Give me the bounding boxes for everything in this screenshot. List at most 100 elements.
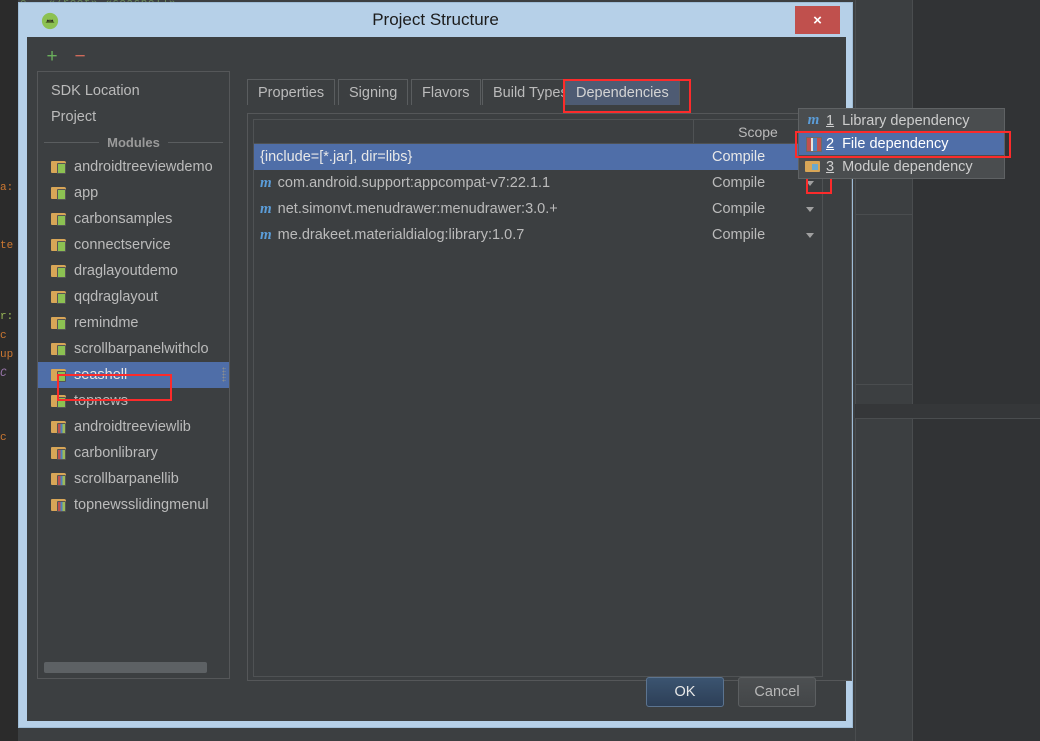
modules-group-header: Modules [38,130,229,154]
remove-module-button[interactable]: − [69,45,91,67]
add-dependency-menu: m 1 Library dependency 2 File dependency… [798,108,1005,179]
module-label: scrollbarpanellib [74,471,179,487]
module-label: connectservice [74,237,171,253]
table-row[interactable]: {include=[*.jar], dir=libs} Compile [254,144,822,170]
chevron-down-icon[interactable] [806,206,814,212]
dependencies-toolbar: + [822,119,846,677]
menu-item-shortcut: 1 [826,112,835,129]
code-fragment: c [0,432,7,444]
tab-flavors[interactable]: Flavors [411,79,481,105]
sidebar-toolbar: + − [37,45,227,69]
settings-tabbar: Properties Signing Flavors Build Types D… [247,79,697,105]
app-module-icon [51,238,67,252]
menu-item-library-dependency[interactable]: m 1 Library dependency [799,109,1004,132]
pane-divider [855,384,912,385]
dependency-name: m com.android.support:appcompat-v7:22.1.… [254,175,694,192]
maven-m-icon: m [260,226,272,243]
maven-m-icon: m [260,174,272,191]
sidebar-item-remindme[interactable]: remindme [38,310,229,336]
sidebar-item-scrollbarpanellib[interactable]: scrollbarpanellib [38,466,229,492]
sidebar-item-androidtreeviewdemo[interactable]: androidtreeviewdemo [38,154,229,180]
menu-item-module-dependency[interactable]: 3 Module dependency [799,155,1004,178]
sidebar-item-topnews[interactable]: topnews [38,388,229,414]
sidebar-item-carbonsamples[interactable]: carbonsamples [38,206,229,232]
module-label: qqdraglayout [74,289,158,305]
module-label: app [74,185,99,201]
dialog-titlebar: Project Structure × [19,3,852,39]
chevron-down-icon[interactable] [806,232,814,238]
sidebar-item-project[interactable]: Project [38,104,229,130]
table-row[interactable]: m me.drakeet.materialdialog:library:1.0.… [254,222,822,248]
sidebar-item-topnewsslidingmenulib[interactable]: topnewsslidingmenul [38,492,229,518]
tab-dependencies[interactable]: Dependencies [565,79,680,105]
menu-item-shortcut: 2 [826,135,835,152]
column-header-name[interactable] [254,120,694,143]
dependency-name: m me.drakeet.materialdialog:library:1.0.… [254,227,694,244]
sidebar-item-scrollbarpanelwithclose[interactable]: scrollbarpanelwithclo [38,336,229,362]
code-fragment: te [0,240,14,252]
sidebar-item-draglayoutdemo[interactable]: draglayoutdemo [38,258,229,284]
module-label: androidtreeviewlib [74,419,191,435]
module-label: carbonlibrary [74,445,158,461]
table-header-row: Scope [254,120,822,144]
tab-signing[interactable]: Signing [338,79,409,105]
chevron-down-icon[interactable] [806,180,814,186]
pane-divider [855,214,912,215]
code-fragment: r: [0,311,14,323]
sidebar-item-seashell[interactable]: seashell [38,362,229,388]
project-structure-dialog: Project Structure × + − SDK Location Pro… [18,2,853,728]
editor-gutter-text: a: te r: c up C c [0,0,18,741]
table-row[interactable]: m net.simonvt.menudrawer:menudrawer:3.0.… [254,196,822,222]
modules-group-label: Modules [107,134,160,150]
dependency-name-text: {include=[*.jar], dir=libs} [260,149,413,165]
resize-grip-icon[interactable] [222,367,226,382]
dialog-button-row: OK Cancel [27,677,846,707]
code-fragment: up [0,349,14,361]
module-label: topnews [74,393,129,409]
sidebar-item-app[interactable]: app [38,180,229,206]
dependencies-table: Scope {include=[*.jar], dir=libs} Compil… [253,119,823,677]
module-label: draglayoutdemo [74,263,178,279]
scope-value: Compile [712,227,766,243]
sidebar-item-connectservice[interactable]: connectservice [38,232,229,258]
scope-cell[interactable]: Compile [694,201,822,217]
add-module-button[interactable]: + [41,45,63,67]
close-icon[interactable]: × [795,6,840,34]
ok-button[interactable]: OK [646,677,724,707]
app-module-icon [51,342,67,356]
dialog-title: Project Structure [372,10,499,29]
pane-divider [855,418,1040,419]
menu-item-label: Library dependency [842,112,970,129]
separator-line [44,141,100,143]
scope-value: Compile [712,149,766,165]
tab-properties[interactable]: Properties [247,79,336,105]
module-label: carbonsamples [74,211,173,227]
code-fragment: a: [0,182,14,194]
maven-m-icon: m [807,112,820,128]
app-module-icon [51,186,67,200]
dialog-body: + − SDK Location Project Modules android… [27,37,852,721]
menu-item-label: Module dependency [842,158,973,175]
app-module-icon [51,394,67,408]
app-module-icon [51,290,67,304]
library-module-icon [51,498,67,512]
module-label: androidtreeviewdemo [74,159,213,175]
module-label: scrollbarpanelwithclo [74,341,209,357]
sidebar-item-qqdraglayout[interactable]: qqdraglayout [38,284,229,310]
scope-value: Compile [712,201,766,217]
sidebar-item-androidtreeviewlib[interactable]: androidtreeviewlib [38,414,229,440]
sidebar-item-carbonlibrary[interactable]: carbonlibrary [38,440,229,466]
sidebar-item-sdk-location[interactable]: SDK Location [38,78,229,104]
scope-cell[interactable]: Compile [694,227,822,243]
app-module-icon [51,212,67,226]
table-row[interactable]: m com.android.support:appcompat-v7:22.1.… [254,170,822,196]
sidebar-horizontal-scrollbar[interactable] [44,662,207,673]
cancel-button[interactable]: Cancel [738,677,816,707]
code-fragment: C [0,368,7,380]
library-module-icon [51,420,67,434]
maven-m-icon: m [260,200,272,217]
dependency-name-text: me.drakeet.materialdialog:library:1.0.7 [277,227,525,243]
menu-item-file-dependency[interactable]: 2 File dependency [799,132,1004,155]
dependencies-panel: Scope {include=[*.jar], dir=libs} Compil… [247,113,852,681]
module-label: seashell [74,367,128,383]
